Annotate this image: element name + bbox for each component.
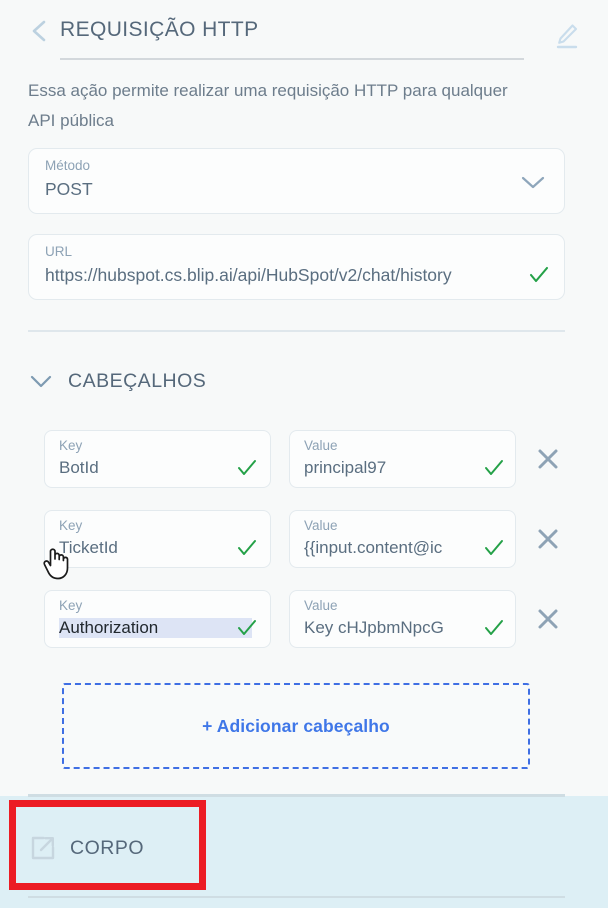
value-value: Key cHJpbmNpcG — [304, 618, 444, 637]
header-key-input[interactable]: Key BotId — [44, 430, 271, 488]
headers-section-title: CABEÇALHOS — [68, 369, 207, 392]
key-label: Key — [59, 598, 83, 613]
value-label: Value — [304, 518, 338, 533]
method-value: POST — [45, 179, 93, 199]
headers-section-toggle[interactable]: CABEÇALHOS — [28, 366, 206, 396]
chevron-down-icon — [28, 372, 54, 390]
key-value: Authorization — [59, 618, 252, 638]
section-divider — [28, 794, 565, 797]
url-label: URL — [45, 244, 73, 259]
key-value: TicketId — [59, 538, 118, 557]
page-header: REQUISIÇÃO HTTP — [0, 0, 608, 60]
section-divider — [28, 896, 565, 898]
close-x-icon[interactable] — [534, 605, 562, 633]
add-header-button[interactable]: + Adicionar cabeçalho — [62, 683, 530, 769]
back-chevron-icon[interactable] — [28, 18, 50, 44]
check-icon — [484, 539, 504, 557]
pencil-edit-icon[interactable] — [554, 22, 580, 50]
close-x-icon[interactable] — [534, 445, 562, 473]
value-label: Value — [304, 598, 338, 613]
title-underline — [60, 58, 524, 60]
key-value: BotId — [59, 458, 99, 477]
chevron-down-icon[interactable] — [520, 175, 546, 191]
table-row: Key Authorization Value Key cHJpbmNpcG — [44, 590, 564, 648]
close-x-icon[interactable] — [534, 525, 562, 553]
key-label: Key — [59, 438, 83, 453]
body-section-title: CORPO — [70, 836, 145, 859]
method-label: Método — [45, 158, 91, 173]
check-icon — [237, 619, 257, 637]
body-section-toggle[interactable]: CORPO — [30, 833, 144, 863]
header-value-input[interactable]: Value {{input.content@ic — [289, 510, 516, 568]
key-label: Key — [59, 518, 83, 533]
value-value: principal97 — [304, 458, 387, 477]
check-icon — [237, 539, 257, 557]
table-row: Key TicketId Value {{input.content@ic — [44, 510, 564, 568]
method-select[interactable]: Método POST — [28, 148, 565, 214]
header-key-input[interactable]: Key Authorization — [44, 590, 271, 648]
value-value: {{input.content@ic — [304, 538, 443, 557]
url-value: https://hubspot.cs.blip.ai/api/HubSpot/v… — [45, 265, 452, 285]
external-link-icon — [30, 835, 56, 861]
value-label: Value — [304, 438, 338, 453]
header-value-input[interactable]: Value principal97 — [289, 430, 516, 488]
header-value-input[interactable]: Value Key cHJpbmNpcG — [289, 590, 516, 648]
url-input[interactable]: URL https://hubspot.cs.blip.ai/api/HubSp… — [28, 234, 565, 300]
section-divider — [28, 330, 565, 332]
action-description: Essa ação permite realizar uma requisiçã… — [28, 81, 508, 130]
table-row: Key BotId Value principal97 — [44, 430, 564, 488]
check-icon — [484, 459, 504, 477]
check-icon — [484, 619, 504, 637]
check-icon — [528, 265, 550, 285]
header-key-input[interactable]: Key TicketId — [44, 510, 271, 568]
page-title: REQUISIÇÃO HTTP — [60, 18, 259, 41]
check-icon — [237, 459, 257, 477]
add-header-label: + Adicionar cabeçalho — [202, 715, 390, 736]
